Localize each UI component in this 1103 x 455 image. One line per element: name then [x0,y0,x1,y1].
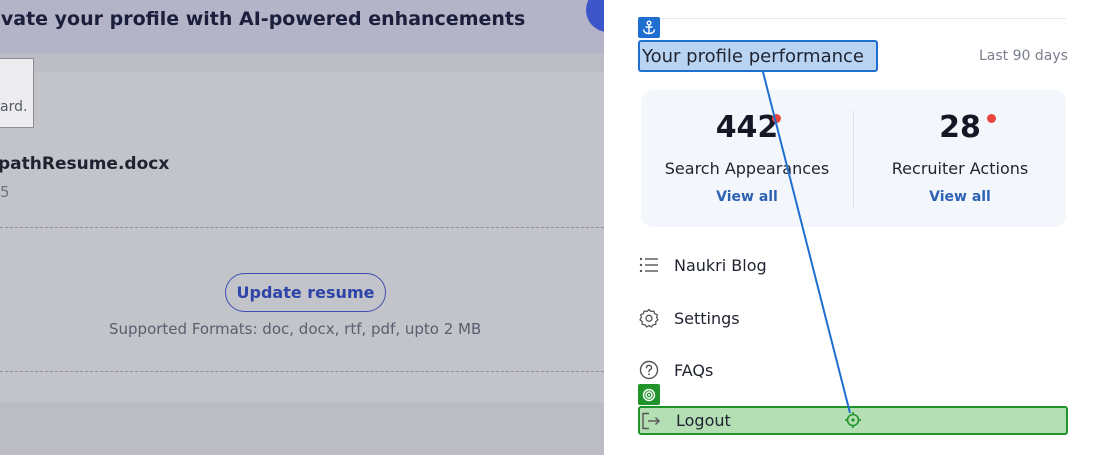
stat-label: Recruiter Actions [891,159,1029,178]
profile-performance-title: Your profile performance [638,40,878,72]
menu-item-settings[interactable]: Settings [638,303,1068,333]
divider [0,227,604,228]
logout-icon [640,410,662,432]
divider [0,371,604,372]
view-all-search-appearances-link[interactable]: View all [641,189,853,205]
menu-item-label: Logout [676,411,731,430]
crosshair-icon [845,412,861,428]
resume-card [0,72,604,402]
question-icon [638,359,660,381]
notification-dot [772,114,781,123]
stat-recruiter-actions: 28 Recruiter Actions View all [854,90,1066,227]
stat-value: 442 [715,110,779,145]
menu-item-naukri-blog[interactable]: Naukri Blog [638,250,1068,280]
supported-formats-text: Supported Formats: doc, docx, rtf, pdf, … [109,320,482,338]
ai-enhancement-banner: evate your profile with AI-powered enhan… [0,0,604,54]
banner-title: evate your profile with AI-powered enhan… [0,8,526,30]
tooltip-text: ard. [0,99,28,115]
menu-item-faqs[interactable]: FAQs [638,355,1068,385]
period-label: Last 90 days [979,48,1068,64]
background-page: evate your profile with AI-powered enhan… [0,0,604,455]
performance-stats-card: 442 Search Appearances View all 28 Recru… [641,90,1066,227]
menu-item-label: Naukri Blog [674,255,767,275]
notification-dot [987,114,996,123]
gear-icon [638,307,660,329]
profile-performance-label: Your profile performance [642,45,865,67]
list-icon [638,254,660,276]
divider [638,18,1066,19]
stat-value: 28 [939,110,981,145]
view-all-recruiter-actions-link[interactable]: View all [854,189,1066,205]
resume-file-name: pathResume.docx [0,154,170,174]
stat-label: Search Appearances [664,159,830,178]
resume-upload-date: 5 [0,183,10,201]
menu-item-label: Settings [674,308,740,328]
menu-item-label: FAQs [674,360,714,380]
tooltip-box [0,58,34,128]
banner-avatar [586,0,604,32]
stat-search-appearances: 442 Search Appearances View all [641,90,853,227]
anchor-icon [638,17,660,38]
update-resume-button[interactable]: Update resume [225,273,386,312]
profile-drawer: Your profile performance Last 90 days 44… [604,0,1103,455]
target-icon [638,384,660,405]
